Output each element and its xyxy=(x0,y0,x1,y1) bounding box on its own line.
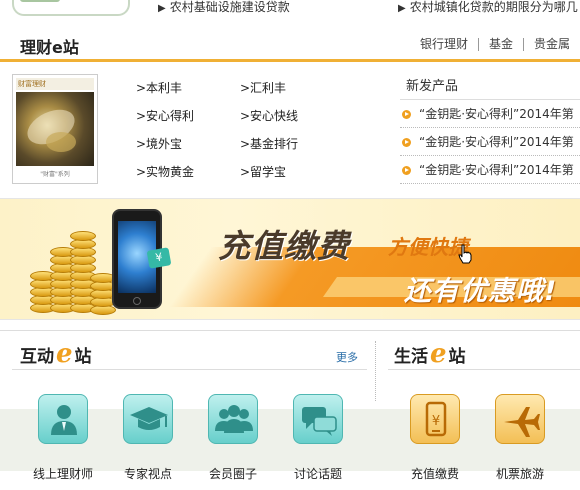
online-advisor-button[interactable] xyxy=(38,394,88,444)
recharge-promo-banner[interactable]: ¥ 充值缴费 方便快捷 还有优惠哦! xyxy=(0,198,580,320)
airplane-icon xyxy=(504,407,540,437)
product-link-benlifeng[interactable]: >本利丰 xyxy=(136,80,240,96)
bottom-stations: 互动e 站 更多 生活e 站 ¥ 线上理财师 专家视点 会员圈子 讨论话题 充值… xyxy=(0,330,580,490)
gold-coins-illustration xyxy=(30,225,125,317)
banner-subheadline: 方便快捷 xyxy=(388,235,468,259)
magazine-image xyxy=(16,92,94,166)
svg-text:¥: ¥ xyxy=(432,414,440,429)
tab-fund[interactable]: 基金 xyxy=(479,38,524,51)
top-news-strip: ▶ 农村基础设施建设贷款 ▶ 农村城镇化贷款的期限分为哪几 xyxy=(0,0,580,22)
finance-station-title: 理财e站 xyxy=(20,38,79,57)
arrow-icon: ▶ xyxy=(398,3,406,14)
tab-bank-wealth[interactable]: 银行理财 xyxy=(410,38,479,51)
top-logo-fragment xyxy=(12,0,130,16)
product-link-physical-gold[interactable]: >实物黄金 xyxy=(136,164,240,180)
product-links: >本利丰 >汇利丰 >安心得利 >安心快线 >境外宝 >基金排行 >实物黄金 >… xyxy=(136,80,366,180)
graduation-cap-icon xyxy=(130,407,168,430)
new-products-title: 新发产品 xyxy=(400,74,580,100)
interact-station-title: 互动e 站 xyxy=(20,339,92,369)
product-link-fund-ranking[interactable]: >基金排行 xyxy=(240,136,344,152)
new-product-item[interactable]: “金钥匙·安心得利”2014年第 xyxy=(400,100,580,128)
life-station-title: 生活e 站 xyxy=(394,339,466,369)
banner-headline: 充值缴费 xyxy=(218,227,351,265)
flight-travel-button[interactable] xyxy=(495,394,545,444)
news-link-2[interactable]: ▶ 农村城镇化贷款的期限分为哪几 xyxy=(398,0,578,15)
advisor-icon xyxy=(51,405,77,435)
discussion-topics-label[interactable]: 讨论话题 xyxy=(278,465,358,482)
play-bullet-icon xyxy=(402,138,411,147)
magazine-masthead: 财富理财 xyxy=(16,78,94,90)
tab-precious-metals[interactable]: 贵金属 xyxy=(524,38,580,51)
play-bullet-icon xyxy=(402,110,411,119)
member-circle-label[interactable]: 会员圈子 xyxy=(193,465,273,482)
online-advisor-label[interactable]: 线上理财师 xyxy=(23,465,103,482)
flight-travel-label[interactable]: 机票旅游 xyxy=(480,465,560,482)
arrow-icon: ▶ xyxy=(158,3,166,14)
e-letter-icon: e xyxy=(430,339,447,369)
phone-recharge-icon: ¥ xyxy=(425,401,447,437)
chat-bubbles-icon xyxy=(302,407,337,436)
discussion-topics-button[interactable] xyxy=(293,394,343,444)
expert-view-button[interactable] xyxy=(123,394,173,444)
expert-view-label[interactable]: 专家视点 xyxy=(108,465,188,482)
hand-cursor-icon xyxy=(458,244,472,264)
more-link[interactable]: 更多 xyxy=(336,349,358,365)
e-letter-icon: e xyxy=(56,339,73,369)
product-link-jingwaibao[interactable]: >境外宝 xyxy=(136,136,240,152)
product-link-anxinkuaixian[interactable]: >安心快线 xyxy=(240,108,344,124)
product-link-huilifeng[interactable]: >汇利丰 xyxy=(240,80,344,96)
new-product-item[interactable]: “金钥匙·安心得利”2014年第 xyxy=(400,128,580,156)
news-link-1[interactable]: ▶ 农村基础设施建设贷款 xyxy=(158,0,290,15)
magazine-cover[interactable]: 财富理财 "财富"系列 xyxy=(12,74,98,184)
product-link-liuxuebao[interactable]: >留学宝 xyxy=(240,164,344,180)
member-circle-button[interactable] xyxy=(208,394,258,444)
magazine-footer: "财富"系列 xyxy=(40,171,70,178)
product-link-anxindeli[interactable]: >安心得利 xyxy=(136,108,240,124)
banner-offer-text: 还有优惠哦! xyxy=(404,276,558,307)
new-product-item[interactable]: “金钥匙·安心得利”2014年第 xyxy=(400,156,580,184)
yen-card-icon: ¥ xyxy=(146,247,172,269)
finance-station-header: 理财e站 银行理财 基金 贵金属 xyxy=(0,30,580,62)
group-icon xyxy=(215,405,253,433)
finance-tabs: 银行理财 基金 贵金属 xyxy=(410,38,580,51)
new-products-panel: 新发产品 “金钥匙·安心得利”2014年第 “金钥匙·安心得利”2014年第 “… xyxy=(400,74,580,184)
play-bullet-icon xyxy=(402,166,411,175)
recharge-payment-button[interactable]: ¥ xyxy=(410,394,460,444)
recharge-payment-label[interactable]: 充值缴费 xyxy=(395,465,475,482)
